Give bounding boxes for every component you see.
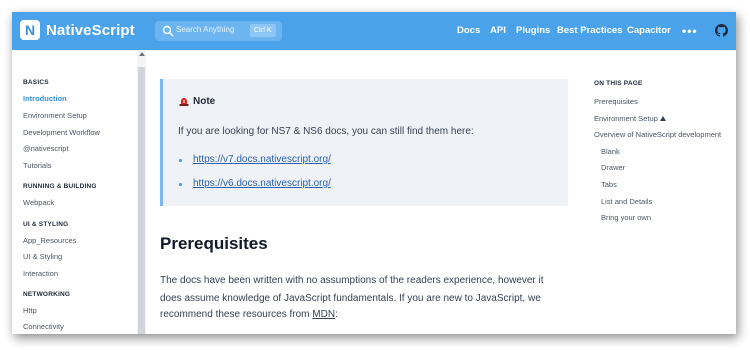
paragraph-text: recommend these resources from	[160, 309, 313, 320]
sidebar-item-development-workflow[interactable]: Development Workflow	[23, 128, 100, 137]
search-button[interactable]: Search Anything Ctrl K	[155, 21, 282, 41]
nav-capacitor[interactable]: Capacitor	[627, 25, 671, 36]
sidebar-scrollbar-thumb[interactable]	[138, 67, 145, 334]
nav-best-practices[interactable]: Best Practices	[557, 25, 622, 36]
toc-item-blank[interactable]: Blank	[601, 147, 620, 156]
list-bullet	[179, 183, 182, 186]
left-sidebar: BASICS Introduction Environment Setup De…	[12, 50, 137, 334]
sidebar-item-tutorials[interactable]: Tutorials	[23, 161, 51, 170]
toc-item-overview[interactable]: Overview of NativeScript development	[594, 130, 721, 139]
top-navbar: N NativeScript Search Anything Ctrl K Do…	[12, 12, 736, 50]
paragraph-line: The docs have been written with no assum…	[160, 275, 544, 286]
nativescript-logo-icon: N	[20, 20, 40, 40]
sidebar-item-app-resources[interactable]: App_Resources	[23, 236, 76, 245]
sidebar-item-environment-setup[interactable]: Environment Setup	[23, 111, 87, 120]
sidebar-section-running-building: RUNNING & BUILDING	[23, 183, 97, 190]
scroll-up-arrow-icon[interactable]	[139, 52, 145, 56]
note-heading: Note	[179, 96, 215, 107]
list-bullet	[179, 159, 182, 162]
toc-item-label: Environment Setup	[594, 114, 658, 123]
toc-item-prerequisites[interactable]: Prerequisites	[594, 97, 638, 106]
nav-docs[interactable]: Docs	[457, 25, 480, 36]
note-callout: Note If you are looking for NS7 & NS6 do…	[160, 79, 568, 206]
toc-item-drawer[interactable]: Drawer	[601, 163, 625, 172]
note-title: Note	[193, 96, 216, 107]
sidebar-item-ui-styling[interactable]: UI & Styling	[23, 252, 62, 261]
toc-item-bring-your-own[interactable]: Bring your own	[601, 213, 651, 222]
brand-name: NativeScript	[46, 21, 135, 39]
paragraph-text: :	[335, 309, 338, 320]
mdn-link[interactable]: MDN	[312, 309, 335, 320]
link-v6-docs[interactable]: https://v6.docs.nativescript.org/	[193, 178, 331, 189]
sidebar-section-basics: BASICS	[23, 79, 49, 86]
brand-link[interactable]: N NativeScript	[20, 20, 135, 40]
sidebar-section-ui-styling: UI & STYLING	[23, 221, 69, 228]
sidebar-item-nativescript[interactable]: @nativescript	[23, 144, 69, 153]
nav-api[interactable]: API	[490, 25, 506, 36]
more-menu-icon[interactable]: •••	[682, 24, 698, 38]
sidebar-item-introduction[interactable]: Introduction	[23, 94, 67, 103]
search-icon	[162, 25, 174, 37]
sidebar-section-networking: NETWORKING	[23, 291, 71, 298]
toc-title: ON THIS PAGE	[594, 80, 643, 87]
search-shortcut-badge: Ctrl K	[250, 24, 276, 37]
prerequisites-heading: Prerequisites	[160, 234, 268, 253]
sidebar-item-connectivity[interactable]: Connectivity	[23, 322, 64, 331]
warning-icon	[659, 116, 666, 121]
nav-plugins[interactable]: Plugins	[516, 25, 550, 36]
note-text: If you are looking for NS7 & NS6 docs, y…	[178, 126, 474, 137]
paragraph-line: does assume knowledge of JavaScript fund…	[160, 293, 541, 304]
toc-item-list-and-details[interactable]: List and Details	[601, 197, 652, 206]
toc-item-environment-setup[interactable]: Environment Setup	[594, 114, 666, 123]
sidebar-item-interaction[interactable]: Interaction	[23, 269, 58, 278]
link-v7-docs[interactable]: https://v7.docs.nativescript.org/	[193, 154, 331, 165]
sidebar-item-http[interactable]: Http	[23, 306, 37, 315]
sidebar-item-webpack[interactable]: Webpack	[23, 198, 54, 207]
search-placeholder: Search Anything	[176, 25, 235, 34]
paragraph-line: recommend these resources from MDN:	[160, 309, 338, 320]
github-icon[interactable]	[715, 24, 728, 37]
toc-item-tabs[interactable]: Tabs	[601, 180, 617, 189]
siren-icon	[179, 98, 189, 106]
browser-frame: N NativeScript Search Anything Ctrl K Do…	[12, 12, 736, 334]
